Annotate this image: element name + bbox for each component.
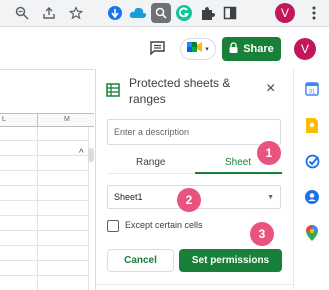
close-icon[interactable]: ×: [266, 81, 275, 97]
column-header-l[interactable]: L: [2, 116, 6, 123]
account-avatar[interactable]: V: [294, 38, 316, 60]
column-headers: L M: [0, 113, 94, 127]
comments-icon[interactable]: [150, 41, 165, 60]
except-cells-checkbox[interactable]: [107, 220, 119, 232]
callout-1: 1: [257, 141, 281, 165]
selected-sheet: Sheet1: [114, 192, 143, 202]
zoom-icon[interactable]: [12, 3, 32, 23]
svg-text:31: 31: [309, 90, 316, 96]
profile-avatar[interactable]: V: [275, 3, 295, 23]
column-header-m[interactable]: M: [64, 116, 70, 123]
keep-icon[interactable]: [304, 117, 320, 133]
contacts-icon[interactable]: [304, 189, 320, 205]
description-input[interactable]: Enter a description: [107, 119, 281, 145]
caret-up-icon[interactable]: ^: [79, 148, 84, 159]
vertical-scrollbar[interactable]: [88, 148, 94, 162]
active-tab-indicator: [195, 172, 282, 174]
tab-sheet[interactable]: Sheet: [225, 157, 251, 168]
calendar-icon[interactable]: 31: [304, 81, 320, 97]
browser-toolbar: V: [0, 0, 329, 27]
meet-button[interactable]: ▾: [180, 38, 216, 60]
tasks-icon[interactable]: [304, 153, 320, 169]
extension-grammarly-icon[interactable]: [174, 3, 194, 23]
share-page-icon[interactable]: [39, 3, 59, 23]
set-permissions-button[interactable]: Set permissions: [179, 249, 282, 272]
side-panel-icon[interactable]: [220, 3, 240, 23]
callout-2: 2: [177, 188, 201, 212]
panel-divider: [96, 284, 293, 285]
lock-icon: [229, 42, 238, 56]
share-button[interactable]: Share: [222, 37, 281, 61]
extension-cloud-icon[interactable]: [128, 3, 148, 23]
sheet-grid[interactable]: ^ L M: [0, 69, 94, 290]
extension-search-icon[interactable]: [151, 3, 171, 23]
protected-sheets-panel: Protected sheets & ranges × Enter a desc…: [95, 69, 293, 290]
side-app-rail: 31: [293, 69, 329, 290]
cancel-button[interactable]: Cancel: [107, 249, 174, 272]
extension-blue-drop-icon[interactable]: [105, 3, 125, 23]
meet-icon: [187, 40, 203, 58]
menu-icon[interactable]: [304, 3, 324, 23]
bookmark-star-icon[interactable]: [66, 3, 86, 23]
maps-icon[interactable]: [304, 225, 320, 241]
callout-3: 3: [250, 222, 274, 246]
tab-range[interactable]: Range: [136, 157, 165, 168]
dropdown-arrow-icon: ▼: [267, 193, 274, 201]
share-label: Share: [243, 43, 274, 55]
sheets-table-icon: [106, 83, 120, 97]
puzzle-icon[interactable]: [197, 3, 217, 23]
except-cells-label[interactable]: Except certain cells: [125, 220, 203, 230]
chevron-down-icon: ▾: [205, 46, 209, 53]
panel-title: Protected sheets & ranges: [129, 76, 231, 106]
